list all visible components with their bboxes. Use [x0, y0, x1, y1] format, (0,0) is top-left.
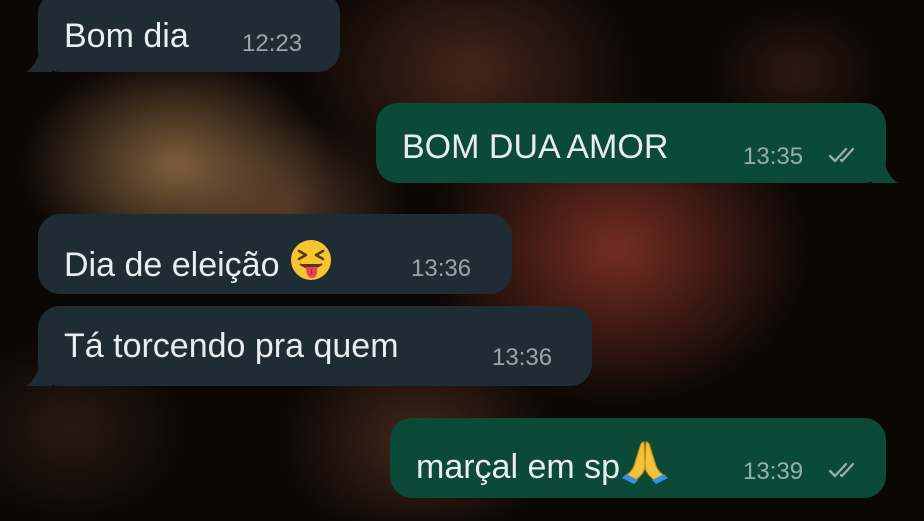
message-bubble-outgoing[interactable]: BOM DUA AMOR 13:35 [376, 103, 898, 183]
message-text: marçal em sp [416, 438, 670, 487]
bubble-tail [26, 364, 52, 386]
message-timestamp: 13:36 [492, 344, 553, 371]
message-timestamp: 13:35 [743, 143, 804, 170]
message-bubble-incoming[interactable]: Dia de eleição 13:36 [38, 214, 512, 294]
double-check-read-icon [828, 147, 855, 163]
message-text: Dia de eleição [64, 238, 333, 285]
message-timestamp: 13:36 [411, 255, 472, 282]
message-text-content: Dia de eleição [64, 246, 280, 284]
message-bubble-outgoing[interactable]: marçal em sp 13:39 [390, 418, 886, 498]
bubble-tail [26, 50, 52, 72]
message-text-content: marçal em sp [416, 448, 621, 486]
message-text: Tá torcendo pra quem [64, 327, 399, 365]
message-bubble-incoming[interactable]: Tá torcendo pra quem 13:36 [26, 306, 592, 386]
message-list[interactable]: Bom dia 12:23 BOM DUA AMOR 13:35 Dia de … [0, 0, 924, 508]
squinting-face-with-tongue-emoji-icon [290, 240, 331, 280]
folded-hands-emoji-icon [622, 441, 669, 484]
message-timestamp: 12:23 [242, 30, 303, 57]
message-bubble-incoming[interactable]: Bom dia 12:23 [26, 0, 340, 72]
bubble-tail [872, 161, 898, 183]
double-check-read-icon [828, 462, 855, 478]
message-text: Bom dia [64, 17, 189, 55]
message-timestamp: 13:39 [743, 458, 804, 485]
message-text: BOM DUA AMOR [402, 128, 669, 166]
